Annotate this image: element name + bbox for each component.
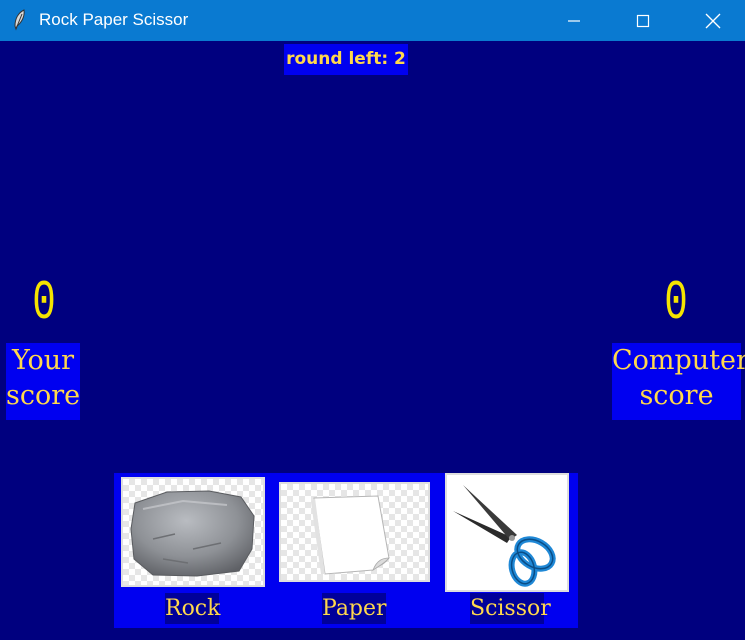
paper-button[interactable]: [279, 482, 430, 582]
feather-icon: [14, 9, 25, 31]
rock-button[interactable]: [121, 477, 265, 587]
computer-score-value: 0: [664, 271, 688, 335]
paper-label: Paper: [322, 593, 387, 624]
rounds-left-label: round left: 2: [284, 44, 408, 75]
window-title: Rock Paper Scissor: [39, 10, 189, 29]
computer-score-label: Computer score: [612, 343, 745, 420]
title-bar[interactable]: Rock Paper Scissor: [0, 0, 745, 41]
rock-icon: [130, 490, 255, 577]
maximize-button[interactable]: [620, 0, 666, 41]
paper-icon: [311, 495, 390, 575]
scissor-button[interactable]: [445, 473, 569, 592]
close-button[interactable]: [690, 0, 736, 41]
scissor-label: Scissor: [470, 593, 551, 624]
your-score-label: Your score: [6, 343, 80, 420]
your-score-value: 0: [32, 271, 56, 335]
minimize-button[interactable]: [551, 0, 597, 41]
minimize-icon: [568, 19, 580, 22]
maximize-icon: [636, 14, 650, 27]
scissors-icon: [453, 485, 556, 587]
rock-label: Rock: [165, 593, 220, 624]
close-icon: [705, 13, 721, 28]
